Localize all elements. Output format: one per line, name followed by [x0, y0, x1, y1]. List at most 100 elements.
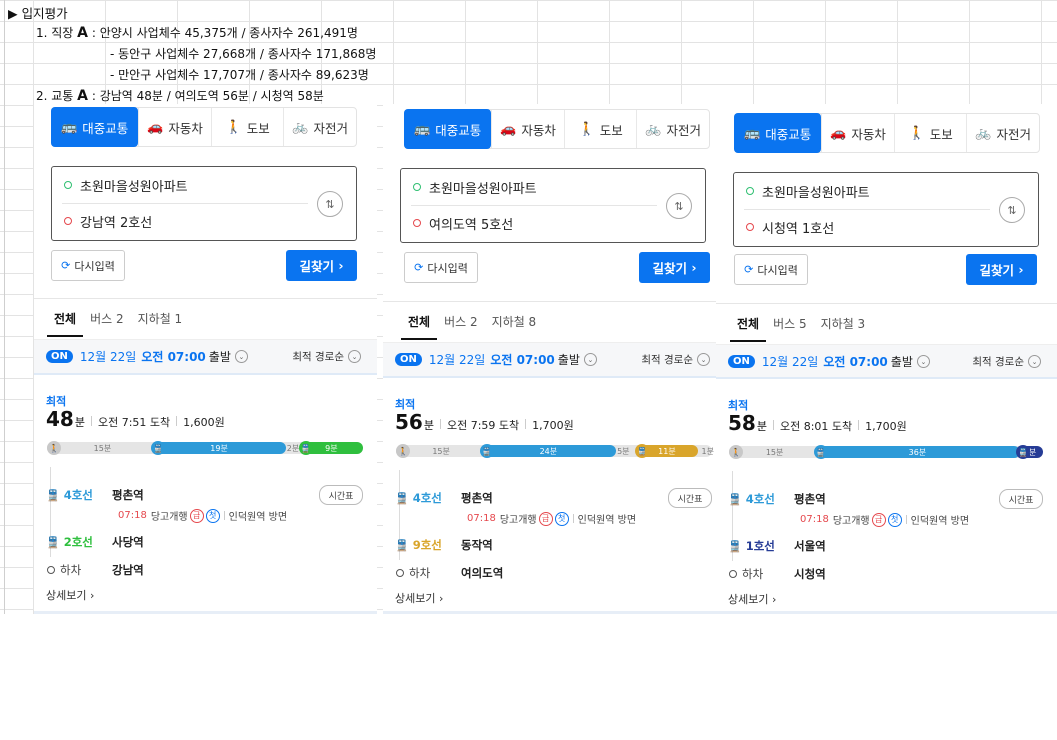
- minutes-unit: 분: [74, 416, 85, 429]
- departure-time[interactable]: 오전 07:00: [141, 348, 205, 365]
- departure-toggle[interactable]: ON: [395, 353, 422, 366]
- route-panel-gangnam: 🚌 대중교통 🚗 자동차 🚶 도보 🚲 자전거 초원마을성원아파트 강남역 2호선 ⇅ …: [34, 104, 377, 614]
- route-result[interactable]: 최적 56 분 오전 7:59 도착 1,700원 🚶 15분 🚆 24분 5분 🚆…: [383, 376, 726, 614]
- tab-bus[interactable]: 버스 2: [83, 306, 131, 337]
- departure-label: 출발: [208, 350, 231, 364]
- tab-bus[interactable]: 버스 5: [766, 311, 814, 342]
- detail-link[interactable]: 상세보기 ›: [46, 587, 94, 603]
- tab-transit[interactable]: 🚌 대중교통: [404, 109, 492, 149]
- route-summary: 48 분 오전 7:51 도착 1,600원: [46, 407, 225, 431]
- subway-icon: 🚆: [395, 491, 409, 505]
- origin-text: 초원마을성원아파트: [429, 181, 537, 197]
- route-result[interactable]: 최적 48 분 오전 7:51 도착 1,600원 🚶 15분 🚆 19분 2분 🚆…: [34, 373, 377, 614]
- tab-walk[interactable]: 🚶 도보: [563, 110, 637, 148]
- timetable-button[interactable]: 시간표: [999, 489, 1043, 509]
- destination-text: 시청역 1호선: [762, 221, 835, 237]
- departure-toggle[interactable]: ON: [728, 355, 755, 368]
- destination-field[interactable]: 시청역 1호선: [746, 212, 834, 242]
- detail-link[interactable]: 상세보기 ›: [395, 590, 443, 606]
- sort-dropdown[interactable]: 최적 경로순 ⌄: [292, 349, 361, 364]
- segment-second-line: 🚆2분: [1016, 445, 1043, 459]
- sheet-title[interactable]: ▶ 입지평가: [8, 3, 68, 22]
- swap-icon[interactable]: ⇅: [666, 193, 692, 219]
- train-info: 07:18 당고개행 급 첫 인덕원역 방면: [800, 512, 969, 527]
- tab-subway[interactable]: 지하철 1: [131, 306, 190, 337]
- total-minutes: 58: [728, 411, 756, 435]
- sort-dropdown[interactable]: 최적 경로순 ⌄: [641, 352, 710, 367]
- departure-date[interactable]: 12월 22일: [762, 353, 818, 370]
- chevron-down-icon: ⌄: [1028, 355, 1041, 368]
- chevron-down-icon: ⌄: [697, 353, 710, 366]
- walk-icon: 🚶: [396, 444, 410, 458]
- refresh-icon: ⟳: [414, 261, 424, 274]
- line-name: 9호선: [412, 538, 442, 552]
- divider: [176, 416, 178, 426]
- tab-subway[interactable]: 지하철 8: [485, 309, 544, 340]
- tab-car[interactable]: 🚗 자동차: [491, 110, 564, 148]
- chevron-down-icon[interactable]: ⌄: [583, 353, 597, 366]
- tab-label: 도보: [599, 122, 623, 138]
- departure-date[interactable]: 12월 22일: [80, 348, 136, 365]
- divider: [572, 514, 574, 523]
- tab-label: 자동차: [851, 126, 886, 142]
- departure-toggle[interactable]: ON: [46, 350, 73, 363]
- sheet-line-manan[interactable]: - 만안구 사업체수 17,707개 / 종사자수 89,623명: [110, 66, 369, 83]
- swap-icon[interactable]: ⇅: [317, 191, 343, 217]
- sheet-line-dongan[interactable]: - 동안구 사업체수 27,668개 / 종사자수 171,868명: [110, 45, 376, 62]
- result-tabs: 전체 버스 2 지하철 8: [401, 309, 543, 340]
- tab-subway[interactable]: 지하철 3: [814, 311, 873, 342]
- tab-walk[interactable]: 🚶 도보: [210, 108, 284, 146]
- tab-bicycle[interactable]: 🚲 자전거: [966, 114, 1039, 152]
- walk-icon: 🚶: [47, 441, 61, 455]
- route-result[interactable]: 최적 58분 오전 8:01 도착 1,700원 🚶 15분 🚆36분 2분 🚆…: [716, 377, 1057, 614]
- reset-button[interactable]: ⟳ 다시입력: [51, 250, 125, 281]
- tab-bicycle[interactable]: 🚲 자전거: [636, 110, 709, 148]
- chevron-down-icon[interactable]: ⌄: [234, 350, 248, 363]
- chevron-down-icon[interactable]: ⌄: [916, 355, 930, 368]
- tab-transit[interactable]: 🚌 대중교통: [51, 107, 139, 147]
- sort-dropdown[interactable]: 최적 경로순 ⌄: [972, 354, 1041, 369]
- sheet-line-workplace[interactable]: 1. 직장 A : 안양시 사업체수 45,375개 / 종사자수 261,49…: [36, 24, 358, 41]
- route-timeline: 🚶 15분 🚆 24분 5분 🚆 11분 1분: [396, 444, 714, 458]
- departure-time[interactable]: 오전 07:00: [490, 351, 554, 368]
- origin-field[interactable]: 초원마을성원아파트: [746, 176, 870, 206]
- tab-all[interactable]: 전체: [730, 311, 767, 342]
- tab-transit[interactable]: 🚌 대중교통: [734, 113, 822, 153]
- tab-label: 자전거: [996, 126, 1032, 142]
- walk-icon: 🚶: [908, 125, 925, 141]
- destination-field[interactable]: 강남역 2호선: [64, 206, 152, 236]
- route-panel-yeouido: 🚌 대중교통 🚗 자동차 🚶 도보 🚲 자전거 초원마을성원아파트 여의도역 5호선 ⇅…: [383, 104, 726, 614]
- tab-car[interactable]: 🚗 자동차: [138, 108, 211, 146]
- reset-button[interactable]: ⟳ 다시입력: [734, 254, 808, 285]
- tab-all[interactable]: 전체: [47, 306, 84, 337]
- origin-field[interactable]: 초원마을성원아파트: [413, 172, 537, 202]
- reset-button[interactable]: ⟳ 다시입력: [404, 252, 478, 283]
- tab-car[interactable]: 🚗 자동차: [821, 114, 894, 152]
- tab-bus[interactable]: 버스 2: [437, 309, 485, 340]
- departure-time[interactable]: 오전 07:00: [823, 353, 887, 370]
- tab-bicycle[interactable]: 🚲 자전거: [283, 108, 356, 146]
- segment-line-4: 🚆 36분: [813, 445, 1021, 459]
- origin-dot-icon: [64, 181, 72, 189]
- bicycle-icon: 🚲: [645, 121, 662, 137]
- origin-field[interactable]: 초원마을성원아파트: [64, 170, 188, 200]
- tab-walk[interactable]: 🚶 도보: [893, 114, 967, 152]
- tail-duration: 1분: [701, 447, 714, 456]
- tab-all[interactable]: 전체: [401, 309, 438, 340]
- search-route-button[interactable]: 길찾기 ›: [639, 252, 710, 283]
- swap-icon[interactable]: ⇅: [999, 197, 1025, 223]
- destination-field[interactable]: 여의도역 5호선: [413, 208, 513, 238]
- route-summary: 56 분 오전 7:59 도착 1,700원: [395, 410, 574, 434]
- alight-label: 하차: [46, 562, 112, 578]
- search-route-button[interactable]: 길찾기 ›: [966, 254, 1037, 285]
- tab-label: 대중교통: [765, 126, 812, 142]
- search-route-button[interactable]: 길찾기 ›: [286, 250, 357, 281]
- detail-link[interactable]: 상세보기 ›: [728, 591, 776, 607]
- train-info: 07:18 당고개행 급 첫 인덕원역 방면: [118, 508, 287, 523]
- departure-date[interactable]: 12월 22일: [429, 351, 485, 368]
- tab-label: 도보: [929, 126, 953, 142]
- timetable-button[interactable]: 시간표: [319, 485, 363, 505]
- sheet-line-transport[interactable]: 2. 교통 A : 강남역 48분 / 여의도역 56분 / 시청역 58분: [36, 87, 324, 104]
- timetable-button[interactable]: 시간표: [668, 488, 712, 508]
- leg-transfer: 🚆 1호선 서울역: [728, 538, 826, 554]
